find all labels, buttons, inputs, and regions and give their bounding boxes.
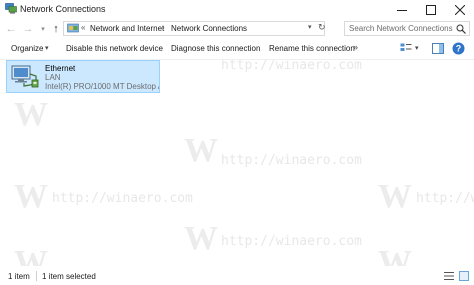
- connection-device: Intel(R) PRO/1000 MT Desktop Ad...: [45, 82, 159, 91]
- svg-text:?: ?: [456, 44, 462, 54]
- chevron-down-icon[interactable]: ▾: [415, 44, 419, 52]
- selection-count: 1 item selected: [42, 272, 96, 281]
- preview-pane-icon[interactable]: [432, 43, 444, 54]
- back-button[interactable]: ←: [5, 22, 17, 36]
- item-count: 1 item: [8, 272, 30, 281]
- watermark-text: http://winaero.com: [416, 191, 474, 206]
- title-bar[interactable]: Network Connections: [0, 0, 474, 19]
- breadcrumb-network-connections[interactable]: Network Connections: [171, 24, 247, 33]
- watermark-logo: W: [378, 244, 412, 266]
- command-bar: Organize ▾ Disable this network device D…: [0, 39, 474, 60]
- window-title: Network Connections: [20, 4, 106, 14]
- breadcrumb-separator[interactable]: ›: [162, 23, 165, 32]
- watermark-text: http://winaero.com: [221, 60, 362, 73]
- arrow-up-icon: ↑: [53, 23, 59, 35]
- connection-network: LAN: [45, 73, 61, 82]
- breadcrumb-overflow[interactable]: «: [81, 23, 85, 32]
- watermark-text: http://winaero.com: [221, 234, 362, 249]
- items-view[interactable]: W http://winaero.com W http://winaero.co…: [0, 60, 474, 266]
- address-bar-row: ← → ▾ ↑ « Network and Internet › Network…: [0, 19, 474, 39]
- ethernet-adapter-icon: [11, 65, 39, 88]
- watermark-logo: W: [14, 244, 48, 266]
- address-dropdown-button[interactable]: ▾: [308, 23, 312, 31]
- chevron-down-icon: ▾: [308, 24, 312, 31]
- recent-locations-button[interactable]: ▾: [37, 22, 49, 36]
- watermark-logo: W: [14, 178, 48, 215]
- help-icon[interactable]: ?: [452, 42, 465, 55]
- forward-button[interactable]: →: [22, 22, 34, 36]
- up-button[interactable]: ↑: [50, 22, 62, 36]
- connection-name: Ethernet: [45, 64, 76, 73]
- address-box[interactable]: « Network and Internet › Network Connect…: [63, 21, 326, 36]
- network-connections-icon: [5, 3, 17, 14]
- chevron-down-icon: ▾: [41, 26, 45, 33]
- organize-menu[interactable]: Organize: [11, 44, 43, 53]
- status-divider: [36, 271, 37, 281]
- close-icon: [455, 4, 465, 15]
- minimize-button[interactable]: [388, 0, 416, 19]
- breadcrumb-network-and-internet[interactable]: Network and Internet: [90, 24, 164, 33]
- status-bar: 1 item 1 item selected: [0, 266, 474, 285]
- search-input[interactable]: [349, 23, 453, 34]
- watermark-logo: W: [14, 96, 48, 133]
- refresh-button[interactable]: ↻: [318, 22, 326, 33]
- large-icons-view-icon[interactable]: [459, 271, 469, 281]
- arrow-left-icon: ←: [5, 23, 17, 35]
- watermark-logo: W: [184, 132, 218, 169]
- watermark-text: http://winaero.com: [221, 153, 362, 168]
- diagnose-connection-button[interactable]: Diagnose this connection: [171, 44, 260, 53]
- disable-device-button[interactable]: Disable this network device: [66, 44, 163, 53]
- chevron-down-icon: ▾: [45, 45, 49, 52]
- close-button[interactable]: [446, 0, 474, 19]
- watermark-logo: W: [184, 220, 218, 257]
- watermark-text: http://winaero.com: [52, 191, 193, 206]
- network-connections-window: Network Connections ← → ▾ ↑ « Network an…: [0, 0, 474, 285]
- arrow-right-icon: →: [22, 23, 34, 35]
- search-box[interactable]: [344, 21, 470, 36]
- search-icon[interactable]: [456, 24, 466, 34]
- more-commands-button[interactable]: »: [353, 42, 358, 52]
- details-view-icon[interactable]: [444, 271, 454, 281]
- change-view-icon[interactable]: [400, 43, 412, 54]
- maximize-icon: [426, 4, 436, 15]
- control-panel-icon: [67, 23, 79, 33]
- minimize-icon: [397, 9, 407, 11]
- maximize-button[interactable]: [417, 0, 445, 19]
- watermark-logo: W: [378, 178, 412, 215]
- connection-item-ethernet[interactable]: Ethernet LAN Intel(R) PRO/1000 MT Deskto…: [6, 60, 160, 93]
- refresh-icon: ↻: [318, 22, 326, 32]
- rename-connection-button[interactable]: Rename this connection: [269, 44, 355, 53]
